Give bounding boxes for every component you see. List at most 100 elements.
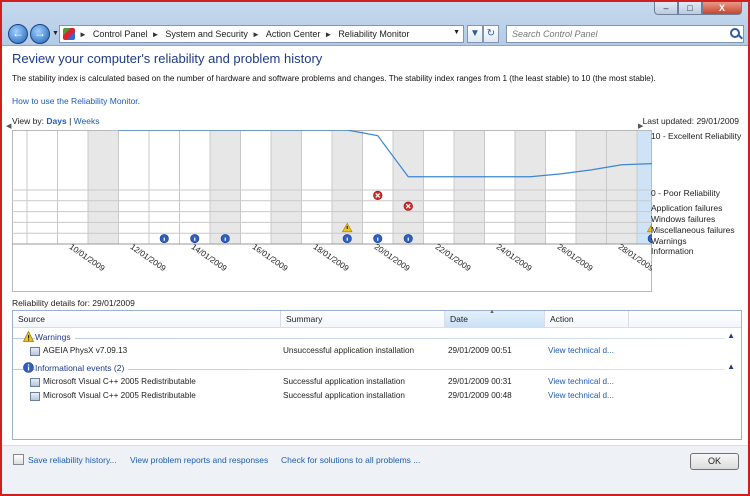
group-warnings[interactable]: Warnings ▲: [13, 331, 741, 345]
row-source: AGEIA PhysX v7.09.13: [43, 346, 128, 355]
view-by-days[interactable]: Days: [46, 116, 66, 126]
column-summary[interactable]: Summary: [281, 311, 445, 328]
column-action[interactable]: Action: [545, 311, 629, 328]
info-icon-mark: [194, 237, 196, 241]
info-icon-mark: [346, 237, 348, 241]
day-column: [210, 131, 241, 244]
check-for-solutions-link[interactable]: Check for solutions to all problems ...: [281, 455, 420, 465]
collapse-group-icon[interactable]: ▲: [727, 331, 735, 340]
y-label-top: 10 - Excellent Reliability: [651, 131, 742, 141]
details-title: Reliability details for: 29/01/2009: [12, 298, 135, 308]
table-row[interactable]: Microsoft Visual C++ 2005 Redistributabl…: [13, 390, 741, 404]
warning-icon-mark: [346, 226, 348, 229]
view-by-weeks[interactable]: Weeks: [74, 116, 100, 126]
row-summary: Successful application installation: [283, 377, 405, 386]
breadcrumb-separator-icon[interactable]: ►: [252, 30, 260, 39]
breadcrumb-separator-icon[interactable]: ►: [324, 30, 332, 39]
view-by-label: View by:: [12, 116, 44, 126]
reliability-chart[interactable]: 10/01/2009 12/01/2009 14/01/2009 16/01/2009…: [12, 130, 652, 292]
row-summary: Unsuccessful application installation: [283, 346, 415, 355]
reliability-details-table: Source Summary Date ▲ Action Warnings ▲ …: [12, 309, 742, 440]
row-label-misc-failures: Miscellaneous failures: [651, 225, 735, 235]
row-source: Microsoft Visual C++ 2005 Redistributabl…: [43, 377, 196, 386]
column-date[interactable]: Date: [445, 311, 545, 328]
row-date: 29/01/2009 00:48: [448, 391, 512, 400]
title-and-address-bar: – □ X ← → ▼ ► Control Panel ► System and…: [2, 2, 748, 46]
last-updated: Last updated: 29/01/2009: [642, 116, 739, 126]
row-label-application-failures: Application failures: [651, 203, 723, 213]
group-divider: [13, 338, 725, 339]
maximize-button[interactable]: □: [678, 2, 702, 15]
application-icon: [30, 347, 40, 356]
chart-scroll-right-icon[interactable]: ▶: [638, 122, 643, 130]
view-technical-details-link[interactable]: View technical d...: [548, 391, 614, 400]
day-column: [88, 131, 119, 244]
day-column: [393, 131, 424, 244]
application-icon: [30, 392, 40, 401]
refresh-dropdown-button[interactable]: ▼: [467, 25, 483, 43]
main-content: Review your computer's reliability and p…: [2, 47, 748, 445]
minimize-button[interactable]: –: [654, 2, 678, 15]
day-column: [576, 131, 607, 244]
collapse-group-icon[interactable]: ▲: [727, 362, 735, 371]
forward-arrow-icon[interactable]: →: [30, 24, 50, 44]
row-summary: Successful application installation: [283, 391, 405, 400]
breadcrumb-separator-icon[interactable]: ►: [79, 30, 87, 39]
save-reliability-history-link[interactable]: Save reliability history...: [28, 455, 117, 465]
info-icon-mark: [163, 237, 165, 241]
group-informational-events[interactable]: Informational events (2) ▲: [13, 362, 741, 376]
address-bar[interactable]: ► Control Panel ► System and Security ► …: [59, 25, 464, 43]
search-icon[interactable]: [730, 28, 740, 38]
row-date: 29/01/2009 00:31: [448, 377, 512, 386]
application-icon: [30, 378, 40, 387]
recent-pages-dropdown-icon[interactable]: ▼: [52, 30, 59, 37]
table-row[interactable]: Microsoft Visual C++ 2005 Redistributabl…: [13, 376, 741, 390]
row-label-warnings: Warnings: [651, 236, 687, 246]
view-technical-details-link[interactable]: View technical d...: [548, 346, 614, 355]
breadcrumb-system-and-security[interactable]: System and Security: [165, 29, 248, 39]
reliability-monitor-window: – □ X ← → ▼ ► Control Panel ► System and…: [0, 0, 750, 496]
day-column: [271, 131, 302, 244]
search-box[interactable]: [506, 25, 744, 43]
control-panel-icon: [63, 28, 75, 40]
row-label-windows-failures: Windows failures: [651, 214, 716, 224]
column-source[interactable]: Source: [13, 311, 281, 328]
row-date: 29/01/2009 00:51: [448, 346, 512, 355]
row-label-information: Information: [651, 246, 694, 256]
back-arrow-icon[interactable]: ←: [8, 24, 28, 44]
search-input[interactable]: [507, 26, 717, 42]
sort-ascending-icon: ▲: [489, 309, 495, 315]
view-by-selector: View by: Days | Weeks: [12, 116, 99, 126]
chart-scroll-left-icon[interactable]: ◀: [6, 122, 11, 130]
stability-description: The stability index is calculated based …: [12, 74, 656, 83]
table-header: Source Summary Date ▲ Action: [13, 309, 741, 328]
breadcrumb-separator-icon[interactable]: ►: [151, 30, 159, 39]
day-column: [454, 131, 485, 244]
info-icon: [23, 362, 34, 373]
footer-bar: Save reliability history... View problem…: [2, 445, 748, 494]
breadcrumb-reliability-monitor[interactable]: Reliability Monitor: [338, 29, 409, 39]
info-icon-mark: [224, 237, 226, 241]
day-column: [637, 131, 651, 244]
day-column: [515, 131, 546, 244]
group-label: Informational events (2): [35, 363, 129, 373]
info-icon-mark: [377, 237, 379, 241]
row-source: Microsoft Visual C++ 2005 Redistributabl…: [43, 391, 196, 400]
close-button[interactable]: X: [702, 2, 742, 15]
info-icon-mark: [407, 237, 409, 241]
view-technical-details-link[interactable]: View technical d...: [548, 377, 614, 386]
breadcrumb-action-center[interactable]: Action Center: [266, 29, 321, 39]
view-problem-reports-link[interactable]: View problem reports and responses: [130, 455, 268, 465]
save-icon: [13, 454, 24, 465]
how-to-link[interactable]: How to use the Reliability Monitor.: [12, 96, 140, 106]
breadcrumb-control-panel[interactable]: Control Panel: [93, 29, 148, 39]
page-title: Review your computer's reliability and p…: [12, 51, 323, 66]
ok-button[interactable]: OK: [690, 453, 739, 470]
group-label: Warnings: [35, 332, 75, 342]
address-dropdown-icon[interactable]: ▼: [453, 29, 460, 36]
y-label-bottom: 0 - Poor Reliability: [651, 188, 720, 198]
table-row[interactable]: AGEIA PhysX v7.09.13 Unsuccessful applic…: [13, 345, 741, 359]
refresh-icon[interactable]: ↻: [483, 25, 499, 43]
warning-icon: [23, 331, 34, 342]
window-controls: – □ X: [654, 2, 742, 15]
